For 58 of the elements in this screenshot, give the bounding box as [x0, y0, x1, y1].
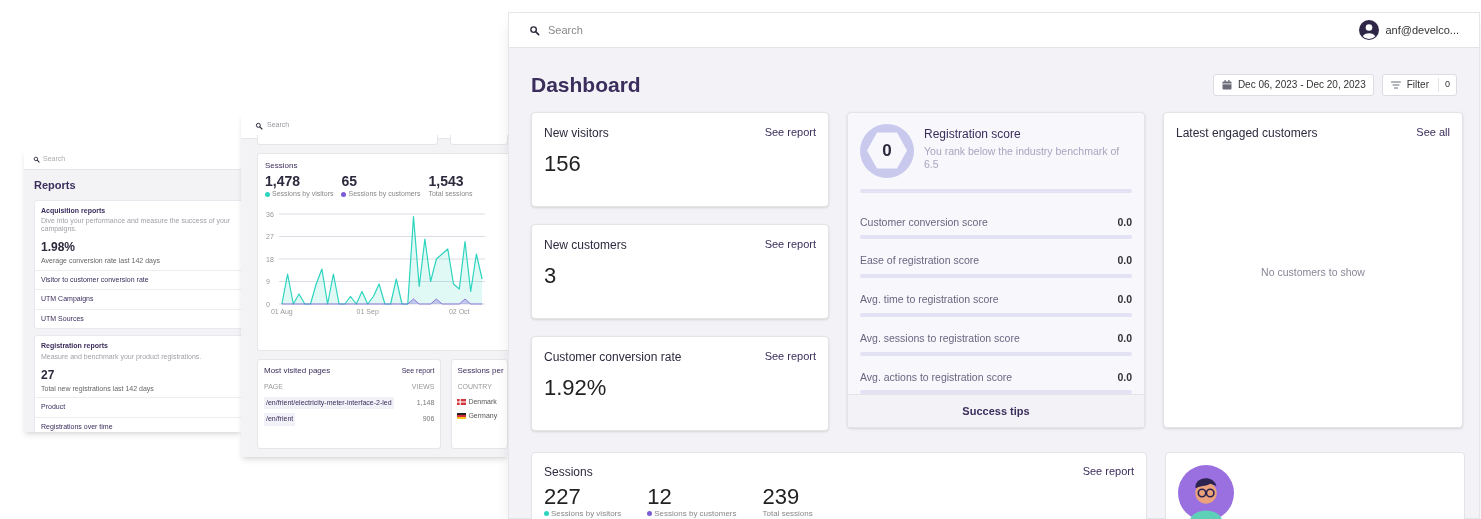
empty-message: No customers to show: [1261, 265, 1365, 281]
card-title: Most visited pages: [264, 365, 331, 377]
score-label: Ease of registration score: [860, 253, 980, 269]
stat-value: 65: [341, 173, 359, 189]
flag-icon: [457, 413, 467, 420]
stat-value: 239: [762, 484, 801, 509]
score-value: 0.0: [1117, 330, 1132, 346]
score-value: 0.0: [1117, 292, 1132, 307]
person-avatar-icon: [1178, 464, 1234, 519]
score-label: Customer conversion score: [860, 214, 988, 230]
user-avatar-icon: [1359, 20, 1380, 40]
card-title: Customer conversion rate: [544, 348, 682, 366]
success-tips-link[interactable]: Success tips: [962, 402, 1030, 420]
user-menu[interactable]: anf@develco...: [1359, 20, 1459, 40]
card-title: Sessions: [265, 160, 299, 172]
card-title: Sessions per: [457, 365, 505, 377]
filter-button[interactable]: Filter 0: [1381, 73, 1457, 96]
score-value: 0.0: [1117, 369, 1132, 385]
flag-icon: [457, 398, 467, 405]
see-report-link[interactable]: See report: [764, 347, 816, 364]
stat-value: 1,543: [428, 173, 465, 189]
metric-value: 156: [544, 149, 582, 178]
score-value: 0.0: [1117, 214, 1132, 230]
metric-value: 3: [544, 261, 558, 290]
filter-icon: [1389, 78, 1402, 91]
search-icon: [529, 24, 540, 36]
date-range-button[interactable]: Dec 06, 2023 - Dec 20, 2023: [1212, 73, 1374, 96]
page-title: Dashboard: [531, 72, 641, 98]
score-label: Avg. sessions to registration score: [860, 330, 1020, 346]
stat-label: Sessions by visitors: [551, 508, 622, 518]
metric-value: 1.92%: [544, 373, 608, 402]
stat-value: 1,478: [265, 173, 302, 189]
see-report-link[interactable]: See report: [764, 123, 816, 140]
filter-count: 0: [1438, 78, 1456, 92]
search-field[interactable]: Search: [548, 21, 848, 39]
score-badge: 0: [860, 123, 914, 178]
card-title: Sessions: [544, 463, 593, 481]
score-value: 0.0: [1117, 253, 1132, 269]
card-title: New customers: [544, 236, 627, 254]
calendar-icon: [1220, 78, 1233, 91]
see-all-link[interactable]: See all: [1416, 123, 1450, 142]
card-title: Registration score: [924, 125, 1022, 143]
card-description: You rank below the industry benchmark of 6.5: [924, 144, 1121, 171]
card-title: New visitors: [544, 124, 609, 142]
score-label: Avg. actions to registration score: [860, 369, 1013, 385]
stat-label: Total sessions: [762, 508, 813, 518]
stat-label: Sessions by customers: [654, 508, 737, 518]
metric-value: 1.98%: [41, 239, 77, 256]
score-label: Avg. time to registration score: [860, 292, 999, 307]
metric-value: 27: [41, 366, 56, 384]
search-icon: [255, 121, 263, 130]
see-report-link[interactable]: See report: [1082, 462, 1134, 481]
page-title: Reports: [34, 178, 77, 193]
search-icon: [33, 156, 40, 163]
see-report-link[interactable]: See report: [764, 235, 816, 252]
stat-value: 227: [544, 484, 582, 509]
card-title: Latest engaged customers: [1176, 124, 1318, 142]
stat-value: 12: [647, 484, 673, 509]
